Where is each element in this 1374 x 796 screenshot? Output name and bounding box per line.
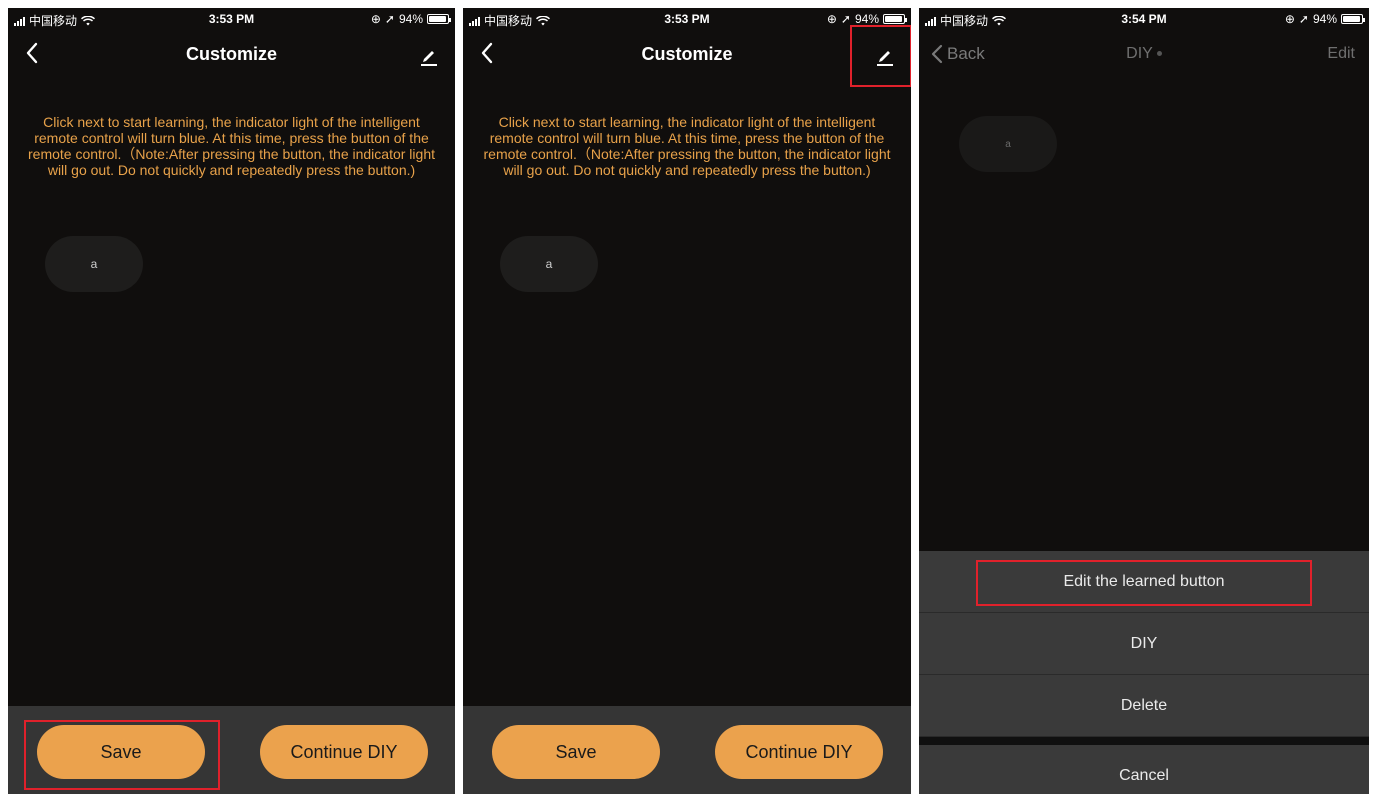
learned-button[interactable]: a [500,236,598,292]
phone-screen-3: 中国移动 3:54 PM ⊕ ➚ 94% Back DIY Edit a Edi… [919,8,1369,794]
pencil-icon[interactable] [415,40,443,68]
save-button[interactable]: Save [37,725,205,779]
page-title: Customize [185,44,277,64]
continue-diy-button[interactable]: Continue DIY [715,725,883,779]
phone-screen-2: 中国移动 3:53 PM ⊕ ➚ 94% Customize Click nex… [463,8,911,794]
learned-button[interactable]: a [959,116,1057,172]
save-button[interactable]: Save [492,725,660,779]
page-title: Customize [641,44,733,64]
cancel-option[interactable]: Cancel [919,745,1369,794]
status-bar: 中国移动 3:53 PM ⊕ ➚ 94% [8,8,455,30]
dot-indicator-icon [1156,51,1162,57]
location-icon: ➚ [1298,12,1309,26]
bottom-action-bar: Save Continue DIY [8,706,455,794]
diy-option[interactable]: DIY [919,613,1369,675]
pencil-icon[interactable] [871,40,899,68]
battery-percent: 94% [1312,12,1337,26]
location-icon: ➚ [384,12,395,26]
battery-icon [1341,14,1365,24]
page-title-text: DIY [1126,45,1153,62]
learned-button[interactable]: a [45,236,143,292]
nav-bar: Customize [463,30,911,78]
battery-percent: 94% [398,12,423,26]
delete-option[interactable]: Delete [919,675,1369,737]
battery-icon [883,14,907,24]
edit-learned-button-option[interactable]: Edit the learned button [919,551,1369,613]
battery-percent: 94% [854,12,879,26]
continue-diy-button[interactable]: Continue DIY [260,725,428,779]
location-icon: ➚ [840,12,851,26]
action-sheet: Edit the learned button DIY Delete Cance… [919,551,1369,794]
sheet-divider [919,737,1369,745]
lock-rotation-icon: ⊕ [1284,12,1295,26]
lock-rotation-icon: ⊕ [370,12,381,26]
status-bar: 中国移动 3:54 PM ⊕ ➚ 94% [919,8,1369,30]
phone-screen-1: 中国移动 3:53 PM ⊕ ➚ 94% Customize Click nex… [8,8,455,794]
nav-bar: Back DIY Edit [919,30,1369,78]
page-title: DIY [919,45,1369,63]
nav-bar: Customize [8,30,455,78]
edit-button[interactable]: Edit [1327,45,1355,63]
bottom-action-bar: Save Continue DIY [463,706,911,794]
status-bar: 中国移动 3:53 PM ⊕ ➚ 94% [463,8,911,30]
battery-icon [427,14,451,24]
instructions-text: Click next to start learning, the indica… [28,114,435,178]
lock-rotation-icon: ⊕ [826,12,837,26]
instructions-text: Click next to start learning, the indica… [483,114,891,178]
